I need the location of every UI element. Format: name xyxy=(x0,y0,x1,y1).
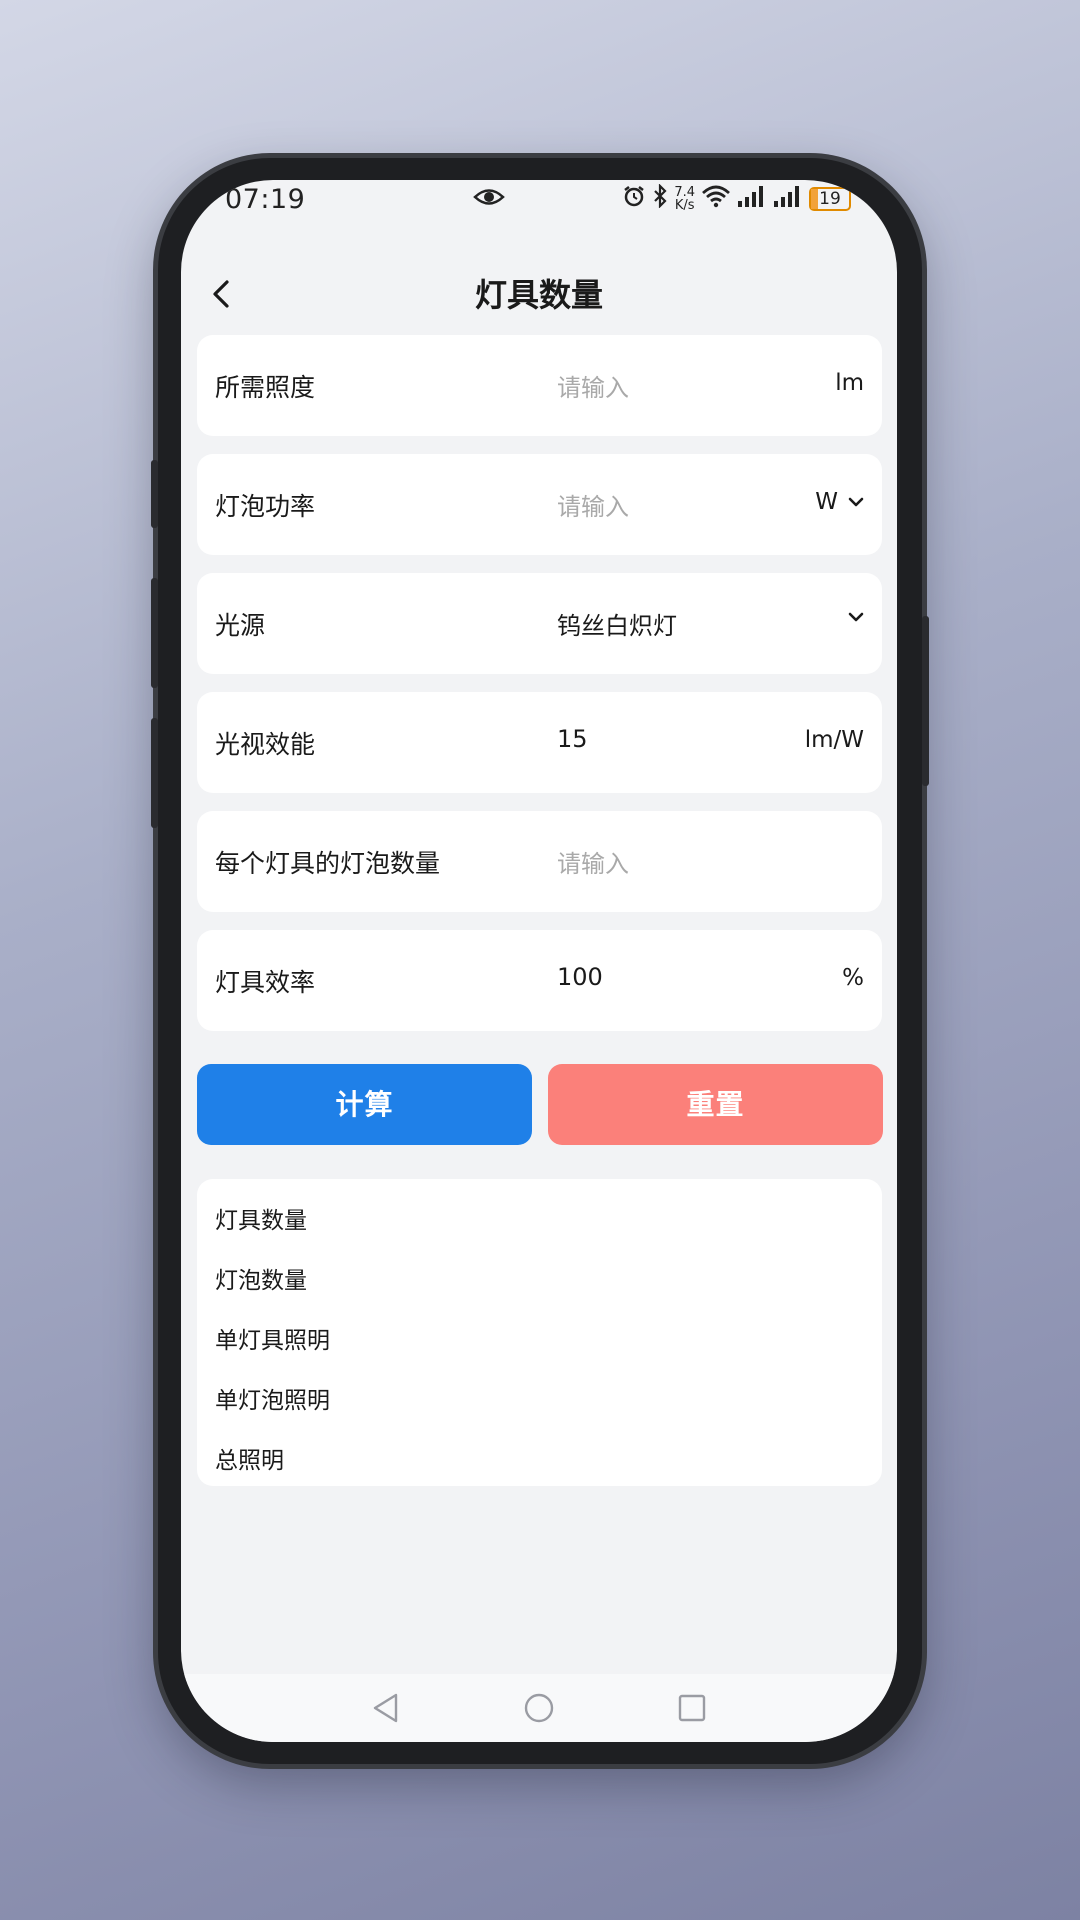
unit-label: lm/W xyxy=(804,727,864,753)
result-lumens-per-bulb-label: 单灯泡照明 xyxy=(215,1388,330,1414)
light-source-row[interactable]: 光源 钨丝白炽灯 xyxy=(197,573,882,674)
light-source-select[interactable]: 钨丝白炽灯 xyxy=(557,606,677,641)
calculate-button[interactable]: 计算 xyxy=(197,1064,532,1145)
result-bulb-count-label: 灯泡数量 xyxy=(215,1268,307,1294)
unit-label: % xyxy=(842,965,864,991)
bulbs-per-fixture-row[interactable]: 每个灯具的灯泡数量 请输入 xyxy=(197,811,882,912)
unit-label: W xyxy=(815,489,838,515)
row-label: 灯具效率 xyxy=(215,968,316,997)
volume-button xyxy=(151,718,158,828)
bulb-power-input[interactable]: 请输入 xyxy=(557,487,629,522)
eye-icon xyxy=(473,186,505,214)
result-total-lumens-label: 总照明 xyxy=(215,1448,284,1474)
row-label: 每个灯具的灯泡数量 xyxy=(215,849,441,878)
signal-icon xyxy=(773,185,803,213)
results-panel: 灯具数量 灯泡数量 单灯具照明 单灯泡照明 总照明 xyxy=(197,1179,882,1486)
fixture-efficiency-input[interactable]: 100 xyxy=(557,963,603,991)
volume-button xyxy=(151,460,158,528)
illuminance-row[interactable]: 所需照度 请输入 lm xyxy=(197,335,882,436)
row-label: 光视效能 xyxy=(215,730,316,759)
illuminance-input[interactable]: 请输入 xyxy=(557,368,629,403)
row-label: 所需照度 xyxy=(215,373,316,402)
reset-button[interactable]: 重置 xyxy=(548,1064,883,1145)
net-speed: 7.4 K/s xyxy=(674,185,695,213)
wifi-icon xyxy=(701,184,731,214)
home-circle-icon[interactable] xyxy=(523,1692,555,1724)
status-time: 07:19 xyxy=(225,184,306,215)
volume-button xyxy=(151,578,158,688)
unit-label: lm xyxy=(835,370,864,396)
result-lumens-per-fixture-label: 单灯具照明 xyxy=(215,1328,330,1354)
result-fixture-count-label: 灯具数量 xyxy=(215,1208,307,1234)
luminous-efficacy-row[interactable]: 光视效能 15 lm/W xyxy=(197,692,882,793)
bluetooth-icon xyxy=(652,183,668,214)
fixture-efficiency-row[interactable]: 灯具效率 100 % xyxy=(197,930,882,1031)
signal-icon xyxy=(737,185,767,213)
app-screen: 07:19 7.4 K/s 19 灯具数量 所需照度 请输入 lm 灯泡功率 请… xyxy=(181,180,897,1742)
row-label: 光源 xyxy=(215,611,266,640)
row-label: 灯泡功率 xyxy=(215,492,316,521)
status-bar: 07:19 7.4 K/s 19 xyxy=(181,180,897,236)
power-button xyxy=(922,616,929,786)
page-title: 灯具数量 xyxy=(474,276,603,314)
status-icons: 7.4 K/s 19 xyxy=(622,183,851,214)
luminous-efficacy-input[interactable]: 15 xyxy=(557,725,588,753)
chevron-down-icon xyxy=(848,497,864,507)
battery-icon: 19 xyxy=(809,187,851,211)
alarm-icon xyxy=(622,184,646,214)
bulbs-per-fixture-input[interactable]: 请输入 xyxy=(557,844,629,879)
recents-square-icon[interactable] xyxy=(677,1692,707,1724)
power-unit-select[interactable]: W xyxy=(815,489,864,515)
bulb-power-row[interactable]: 灯泡功率 请输入 W xyxy=(197,454,882,555)
header-bar: 灯具数量 xyxy=(181,260,897,330)
system-nav-bar xyxy=(181,1674,897,1742)
chevron-down-icon[interactable] xyxy=(848,611,864,623)
back-triangle-icon[interactable] xyxy=(371,1692,401,1724)
